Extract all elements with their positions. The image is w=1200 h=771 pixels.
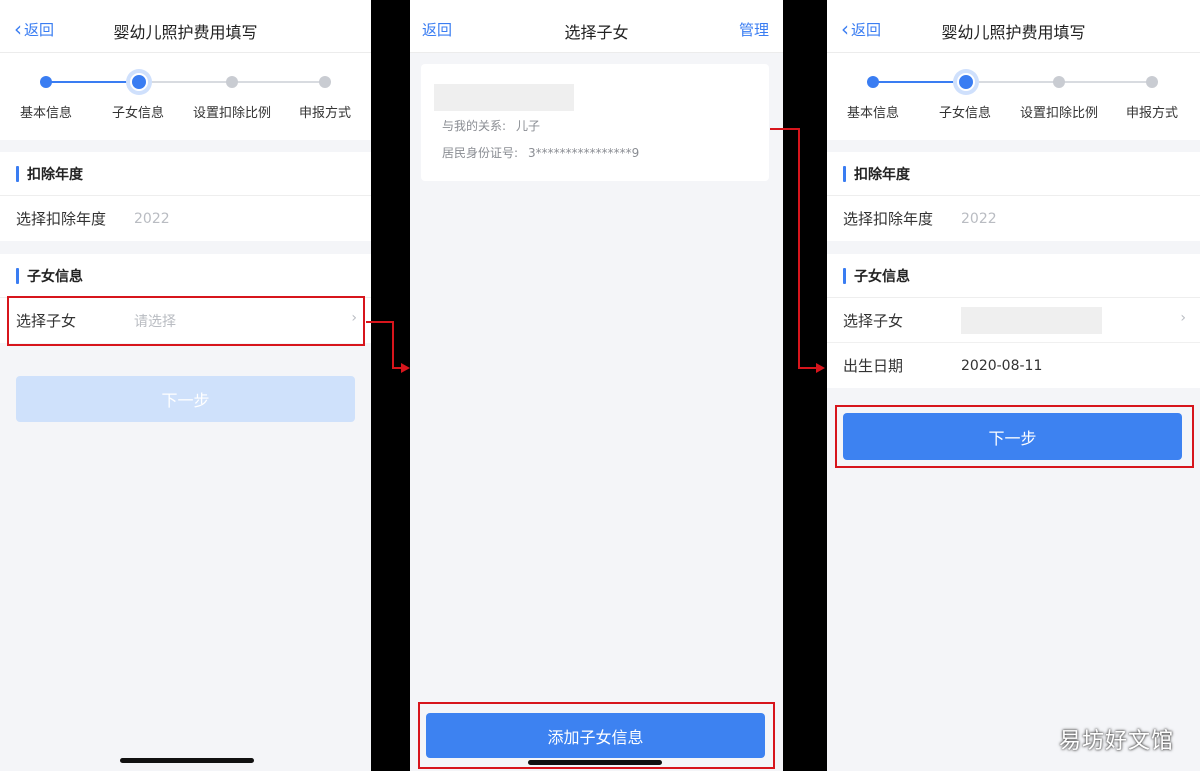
section-bar	[16, 267, 19, 284]
step-line-done	[873, 81, 966, 83]
year-value: 2022	[134, 210, 170, 227]
year-row[interactable]: 选择扣除年度 2022	[827, 196, 1200, 241]
masked-child-name	[434, 84, 574, 111]
section-header: 扣除年度	[827, 152, 1200, 196]
chevron-right-icon: ›	[1180, 310, 1186, 326]
year-value: 2022	[961, 210, 997, 227]
section-bar	[843, 267, 846, 284]
relation-label: 与我的关系:	[442, 119, 507, 133]
nav-bar: ‹ 返回 婴幼儿照护费用填写	[827, 0, 1200, 53]
page-title: 选择子女	[564, 23, 629, 42]
step-label-child: 子女信息	[938, 106, 991, 121]
relation-value: 儿子	[516, 119, 541, 133]
birth-value: 2020-08-11	[961, 357, 1043, 374]
child-label: 选择子女	[843, 311, 904, 330]
section-title: 子女信息	[854, 268, 910, 285]
step-dot-4	[319, 76, 331, 88]
section-title: 扣除年度	[854, 166, 910, 183]
deduct-year-section: 扣除年度 选择扣除年度 2022	[0, 152, 371, 241]
step-label-ratio: 设置扣除比例	[1019, 106, 1098, 121]
step-dot-3	[1053, 76, 1065, 88]
stepper: 基本信息 子女信息 设置扣除比例 申报方式	[827, 53, 1200, 140]
id-label: 居民身份证号:	[442, 146, 519, 160]
step-label-basic: 基本信息	[19, 106, 72, 121]
screen-child-info-filled: ‹ 返回 婴幼儿照护费用填写 基本信息 子女信息 设置扣除比例 申报方式 扣除年…	[827, 0, 1200, 771]
arrow-segment	[798, 367, 818, 369]
masked-child-name	[961, 306, 1102, 334]
section-header: 子女信息	[0, 254, 371, 298]
year-row[interactable]: 选择扣除年度 2022	[0, 196, 371, 241]
page-title: 婴幼儿照护费用填写	[941, 23, 1086, 42]
arrow-head-icon	[401, 363, 410, 373]
step-label-ratio: 设置扣除比例	[192, 106, 271, 121]
step-dot-1	[40, 76, 52, 88]
section-header: 扣除年度	[0, 152, 371, 196]
nav-bar: 返回 选择子女 管理	[410, 0, 783, 53]
arrow-segment	[366, 321, 394, 323]
step-label-method: 申报方式	[1125, 106, 1178, 121]
child-card[interactable]: 与我的关系: 儿子 居民身份证号: 3****************9	[421, 64, 769, 181]
arrow-segment	[798, 128, 800, 369]
arrow-segment	[392, 321, 394, 369]
step-dot-2	[957, 73, 975, 91]
year-label: 选择扣除年度	[16, 210, 107, 228]
step-label-child: 子女信息	[111, 106, 164, 121]
highlight-next	[835, 405, 1194, 468]
arrow-head-icon	[816, 363, 825, 373]
step-dot-1	[867, 76, 879, 88]
step-line-done	[46, 81, 139, 83]
highlight-add-child	[418, 702, 775, 769]
birth-label: 出生日期	[843, 357, 904, 375]
home-indicator	[120, 758, 254, 763]
id-value: 3****************9	[528, 146, 640, 160]
next-button[interactable]: 下一步	[16, 376, 355, 422]
watermark: 易坊好文馆	[1058, 729, 1174, 754]
step-dot-3	[226, 76, 238, 88]
step-label-basic: 基本信息	[846, 106, 899, 121]
deduct-year-section: 扣除年度 选择扣除年度 2022	[827, 152, 1200, 241]
page-title: 婴幼儿照护费用填写	[113, 23, 258, 42]
step-dot-4	[1146, 76, 1158, 88]
step-dot-2	[130, 73, 148, 91]
section-header: 子女信息	[827, 254, 1200, 298]
manage-button[interactable]: 管理	[739, 19, 769, 40]
section-title: 子女信息	[27, 268, 83, 285]
child-info-section: 子女信息 选择子女 › 出生日期 2020-08-11	[827, 254, 1200, 388]
section-bar	[843, 165, 846, 182]
stepper: 基本信息 子女信息 设置扣除比例 申报方式	[0, 53, 371, 140]
birth-date-row: 出生日期 2020-08-11	[827, 343, 1200, 388]
relation-line: 与我的关系: 儿子	[442, 117, 540, 134]
section-title: 扣除年度	[27, 166, 83, 183]
screen-select-child: 返回 选择子女 管理 与我的关系: 儿子 居民身份证号: 3************…	[410, 0, 783, 771]
section-bar	[16, 165, 19, 182]
step-label-method: 申报方式	[298, 106, 351, 121]
arrow-segment	[770, 128, 800, 130]
year-label: 选择扣除年度	[843, 210, 934, 228]
highlight-select-child	[7, 296, 365, 346]
id-line: 居民身份证号: 3****************9	[442, 144, 639, 161]
screen-child-info-empty: ‹ 返回 婴幼儿照护费用填写 基本信息 子女信息 设置扣除比例 申报方式 扣除年…	[0, 0, 371, 771]
select-child-row[interactable]: 选择子女 ›	[827, 298, 1200, 343]
nav-bar: ‹ 返回 婴幼儿照护费用填写	[0, 0, 371, 53]
